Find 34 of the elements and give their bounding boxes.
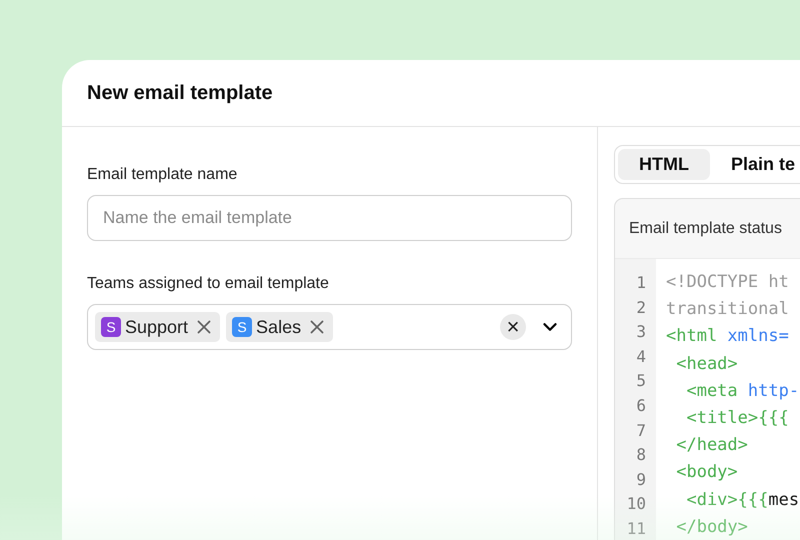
line-number: 10 — [626, 493, 646, 516]
line-number: 6 — [636, 394, 646, 417]
code-line: <html xmlns= — [666, 325, 790, 348]
team-name: Sales — [256, 316, 302, 338]
field-label: Teams assigned to email template — [87, 274, 330, 294]
line-number: 7 — [636, 420, 646, 442]
line-number: 2 — [636, 296, 646, 319]
line-number: 3 — [636, 321, 646, 344]
dialog-title: New email template — [87, 81, 273, 106]
teams-select-field[interactable]: S Support S Sales × — [87, 304, 572, 350]
code-line: <title>{{{ — [685, 407, 790, 430]
team-name: Support — [125, 316, 188, 339]
code-line: </head> — [675, 434, 749, 458]
tab[interactable]: HTML — [618, 149, 710, 180]
line-number: 9 — [636, 468, 646, 491]
code-line: transitional — [666, 298, 790, 322]
code-line: <!DOCTYPE ht — [666, 271, 790, 294]
code-line: <head> — [675, 352, 739, 376]
line-number: 11 — [626, 518, 646, 540]
tab[interactable]: Plain te — [710, 149, 800, 180]
clear-button[interactable]: × — [500, 314, 526, 340]
line-number: 8 — [636, 444, 646, 466]
line-number: 1 — [636, 272, 646, 294]
name-input-field[interactable]: Name the email template — [87, 195, 572, 241]
team-initial: S — [232, 317, 252, 337]
code-line: <meta http- — [685, 380, 800, 403]
line-number: 5 — [636, 370, 646, 392]
code-line: <body> — [675, 461, 739, 484]
code-line: </body> — [675, 516, 749, 539]
editor-header: Email template status — [629, 218, 782, 238]
line-number: 4 — [636, 346, 646, 368]
field-label: Email template name — [87, 165, 238, 185]
team-initial: S — [101, 317, 121, 337]
code-line: <div>{{{mes — [685, 488, 800, 512]
